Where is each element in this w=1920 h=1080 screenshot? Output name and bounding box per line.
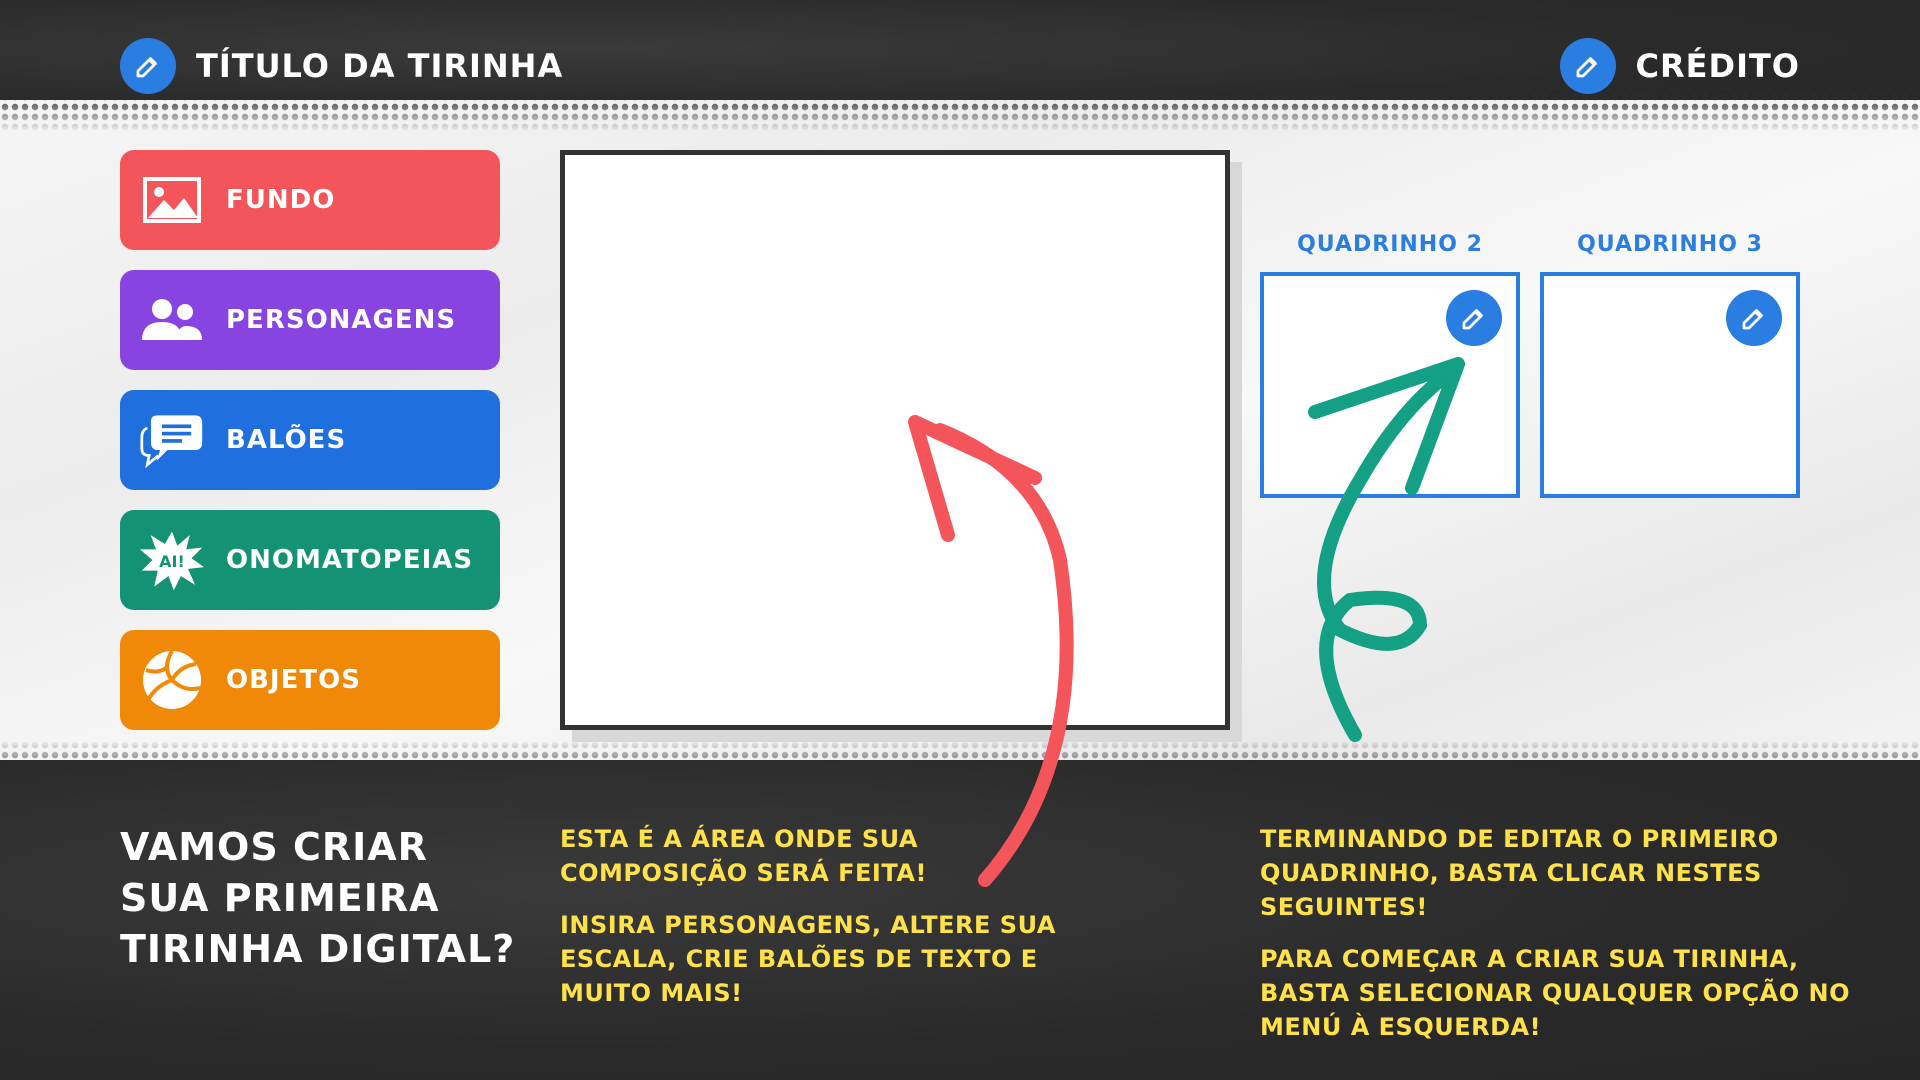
menu-label: ONOMATOPEIAS <box>226 545 474 575</box>
users-icon <box>140 288 204 352</box>
panel2-label: QUADRINHO 2 <box>1297 232 1483 257</box>
menu-onomatopeias-button[interactable]: AI! ONOMATOPEIAS <box>120 510 500 610</box>
panel3-thumbnail[interactable] <box>1540 272 1800 498</box>
credit-editor[interactable]: CRÉDITO <box>1559 38 1800 94</box>
image-icon <box>140 168 204 232</box>
menu-instruction: PARA COMEÇAR A CRIAR SUA TIRINHA, BASTA … <box>1260 945 1850 1041</box>
menu-label: OBJETOS <box>226 665 361 695</box>
menu-baloes-button[interactable]: BALÕES <box>120 390 500 490</box>
menu-label: FUNDO <box>226 185 336 215</box>
composition-canvas[interactable] <box>560 150 1230 730</box>
edit-icon[interactable] <box>1446 290 1502 346</box>
credit-label[interactable]: CRÉDITO <box>1636 47 1800 85</box>
menu-fundo-button[interactable]: FUNDO <box>120 150 500 250</box>
menu-objetos-button[interactable]: OBJETOS <box>120 630 500 730</box>
panel2-thumbnail[interactable] <box>1260 272 1520 498</box>
edit-icon[interactable] <box>1559 38 1616 94</box>
canvas-features: INSIRA PERSONAGENS, ALTERE SUA ESCALA, C… <box>560 911 1056 1007</box>
edit-icon[interactable] <box>1726 290 1782 346</box>
volleyball-icon <box>140 648 204 712</box>
comic-title-editor[interactable]: TÍTULO DA TIRINHA <box>120 38 563 94</box>
menu-label: PERSONAGENS <box>226 305 457 335</box>
menu-label: BALÕES <box>226 425 347 455</box>
halftone-top <box>0 92 1920 132</box>
ai-burst-icon: AI! <box>140 528 204 592</box>
tool-menu: FUNDO PERSONAGENS BALÕES AI! ONOMATOPEIA… <box>120 150 500 750</box>
ai-burst-text: AI! <box>159 552 185 571</box>
canvas-explanation: ESTA É A ÁREA ONDE SUA COMPOSIÇÃO SERÁ F… <box>560 825 927 887</box>
edit-icon[interactable] <box>120 38 176 94</box>
intro-headline: VAMOS CRIAR SUA PRIMEIRA TIRINHA DIGITAL… <box>120 825 516 971</box>
speech-bubble-icon <box>140 408 204 472</box>
comic-title[interactable]: TÍTULO DA TIRINHA <box>196 47 563 85</box>
panel3-label: QUADRINHO 3 <box>1577 232 1763 257</box>
menu-personagens-button[interactable]: PERSONAGENS <box>120 270 500 370</box>
panels-explanation: TERMINANDO DE EDITAR O PRIMEIRO QUADRINH… <box>1260 825 1779 921</box>
